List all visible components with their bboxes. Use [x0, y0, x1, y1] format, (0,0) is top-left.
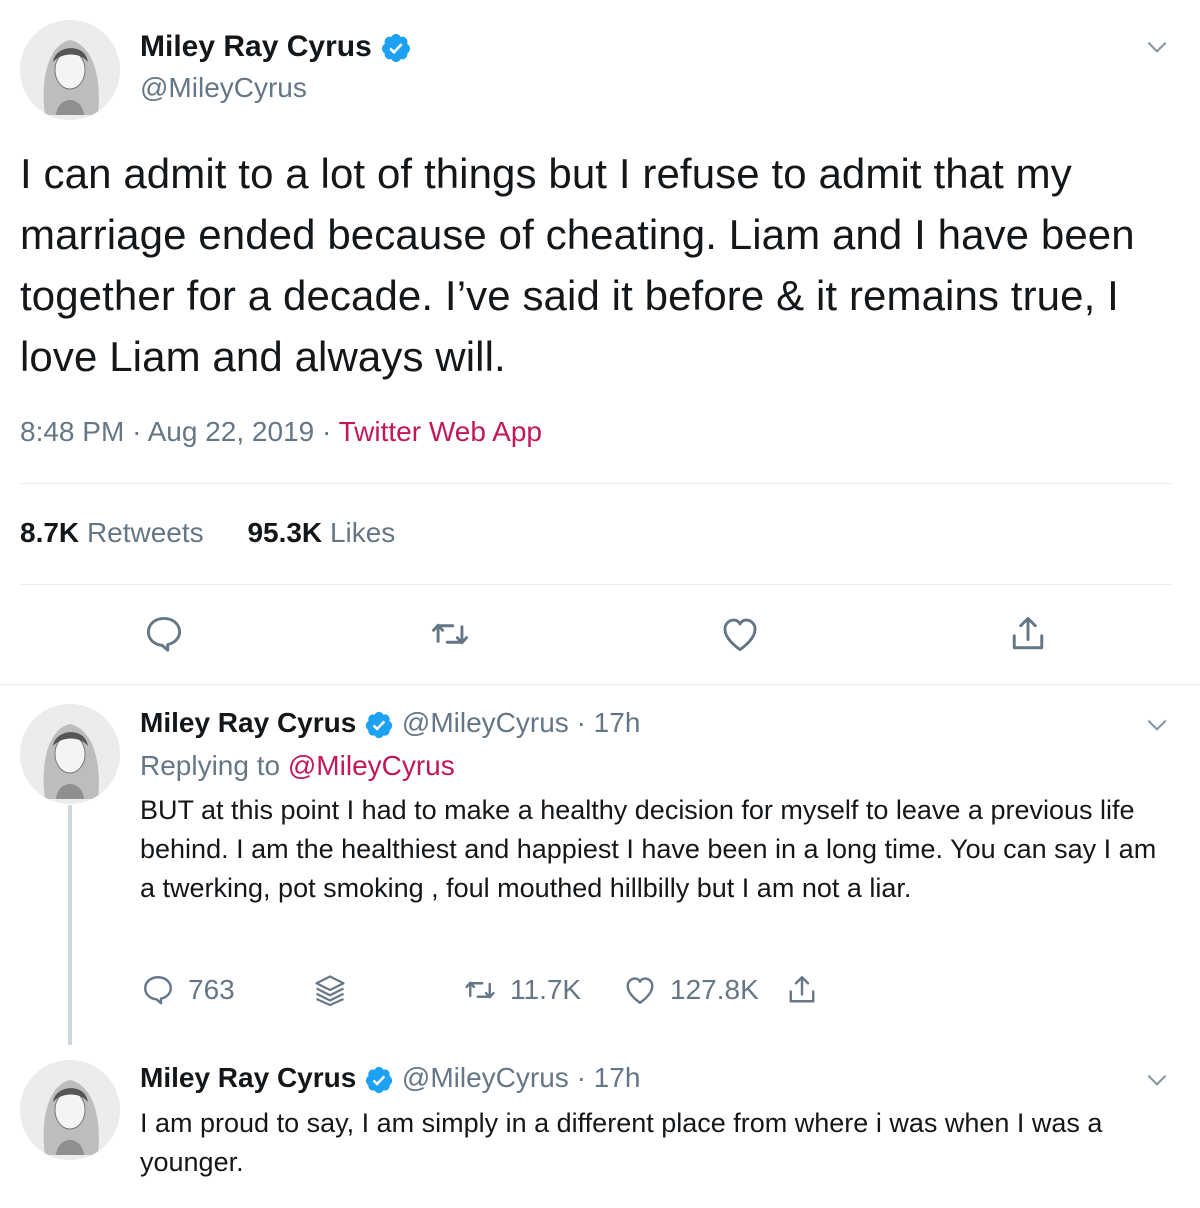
tweet-date[interactable]: Aug 22, 2019	[148, 416, 315, 447]
author-name-text[interactable]: Miley Ray Cyrus	[140, 30, 372, 63]
verified-badge-icon	[382, 34, 411, 63]
retweet-icon[interactable]	[428, 612, 472, 656]
avatar[interactable]	[20, 1060, 120, 1160]
thread-line	[68, 805, 72, 1045]
reply-actions: 763 11.7K 127.8K	[140, 972, 840, 1012]
divider	[20, 584, 1172, 585]
reply-header: Miley Ray Cyrus @MileyCyrus · 17h	[140, 707, 640, 740]
divider	[20, 483, 1172, 484]
retweet-button[interactable]: 11.7K	[462, 972, 581, 1008]
chevron-down-icon[interactable]	[1144, 34, 1170, 60]
share-icon	[789, 976, 815, 1003]
author-name[interactable]: Miley Ray Cyrus	[140, 30, 412, 64]
heart-icon[interactable]	[718, 612, 762, 656]
avatar[interactable]	[20, 704, 120, 804]
avatar[interactable]	[20, 20, 120, 120]
retweet-count: 11.7K	[510, 974, 582, 1005]
replying-to: Replying to @MileyCyrus	[140, 750, 455, 782]
retweets-count: 8.7K	[20, 517, 80, 548]
reply-header: Miley Ray Cyrus @MileyCyrus · 17h	[140, 1062, 640, 1095]
author-handle[interactable]: @MileyCyrus	[140, 72, 307, 104]
separator: ·	[576, 707, 586, 738]
share-icon[interactable]	[1006, 612, 1050, 656]
tweet-text: I can admit to a lot of things but I ref…	[20, 150, 1135, 380]
tweet-time[interactable]: 8:48 PM	[20, 416, 124, 447]
like-count: 127.8K	[670, 974, 759, 1005]
replying-label: Replying to	[140, 750, 281, 781]
verified-badge-icon	[365, 1066, 393, 1093]
tweet-time-ago[interactable]: 17h	[594, 1062, 641, 1093]
reply-text: I am proud to say, I am simply in a diff…	[140, 1108, 1103, 1177]
author-name[interactable]: Miley Ray Cyrus	[140, 1062, 356, 1093]
chevron-down-icon[interactable]	[1144, 712, 1170, 738]
tweet-actions	[0, 612, 1200, 660]
tweet-time-ago[interactable]: 17h	[594, 707, 641, 738]
tweet-meta: 8:48 PM · Aug 22, 2019 · Twitter Web App	[20, 416, 542, 448]
avatar-portrait-icon	[20, 1060, 120, 1160]
author-handle[interactable]: @MileyCyrus	[402, 1062, 569, 1093]
retweets-stat[interactable]: 8.7K Retweets	[20, 517, 204, 548]
separator: ·	[132, 416, 142, 447]
replying-handle-link[interactable]: @MileyCyrus	[288, 750, 455, 781]
author-handle[interactable]: @MileyCyrus	[402, 707, 569, 738]
reply-text: BUT at this point I had to make a health…	[140, 795, 1157, 903]
reply-button[interactable]: 763	[140, 972, 235, 1008]
reply-count: 763	[188, 974, 235, 1005]
verified-badge-icon	[365, 711, 393, 738]
retweets-label: Retweets	[86, 517, 204, 548]
tweet-source-link[interactable]: Twitter Web App	[339, 416, 542, 447]
avatar-portrait-icon	[20, 20, 120, 120]
separator: ·	[322, 416, 332, 447]
reply-icon[interactable]	[142, 612, 186, 656]
thread-stack-button[interactable]	[312, 972, 348, 1008]
like-button[interactable]: 127.8K	[622, 972, 759, 1008]
share-button[interactable]	[784, 972, 820, 1008]
likes-stat[interactable]: 95.3K Likes	[247, 517, 395, 548]
likes-label: Likes	[329, 517, 396, 548]
author-name[interactable]: Miley Ray Cyrus	[140, 707, 356, 738]
layers-icon	[315, 975, 345, 1007]
divider	[0, 684, 1200, 685]
chevron-down-icon[interactable]	[1144, 1067, 1170, 1093]
separator: ·	[576, 1062, 586, 1093]
retweet-icon	[465, 981, 495, 999]
reply-icon	[144, 976, 172, 1005]
tweet-stats: 8.7K Retweets 95.3K Likes	[20, 517, 431, 549]
heart-icon	[626, 977, 654, 1004]
avatar-portrait-icon	[20, 704, 120, 804]
likes-count: 95.3K	[247, 517, 323, 548]
